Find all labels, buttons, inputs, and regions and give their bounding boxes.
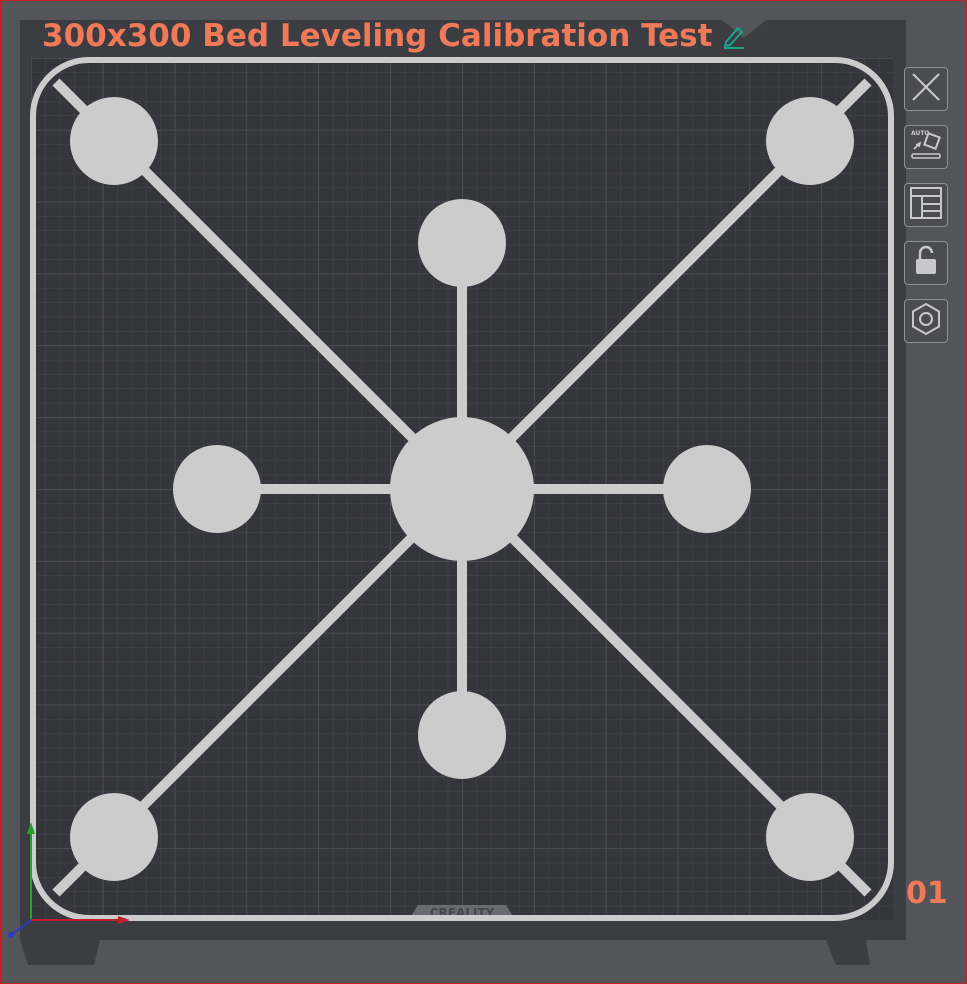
close-icon bbox=[909, 70, 943, 108]
model-pad-top-left bbox=[70, 97, 158, 185]
model-pad-right bbox=[663, 445, 751, 533]
pencil-edit-icon[interactable] bbox=[720, 22, 748, 50]
z-axis-dot bbox=[8, 932, 14, 938]
plate-settings-button[interactable] bbox=[904, 299, 948, 343]
plate-toolbar: AUTO bbox=[904, 67, 950, 343]
model-pad-left bbox=[173, 445, 261, 533]
auto-arrange-icon: AUTO bbox=[908, 127, 944, 167]
close-plate-button[interactable] bbox=[904, 67, 948, 111]
lock-button[interactable] bbox=[904, 241, 948, 285]
plate-title-text: 300x300 Bed Leveling Calibration Test bbox=[42, 18, 713, 54]
build-plate-view[interactable]: CREALITY bbox=[0, 0, 967, 984]
model-pad-top-right bbox=[766, 97, 854, 185]
model-pad-bottom-left bbox=[70, 793, 158, 881]
model-pad-bottom-right bbox=[766, 793, 854, 881]
model-pad-top bbox=[418, 199, 506, 287]
layout-icon bbox=[908, 185, 944, 225]
unlock-icon bbox=[909, 244, 943, 282]
model-pad-bottom bbox=[418, 691, 506, 779]
plate-number: 01 bbox=[906, 876, 948, 911]
model-pad-center bbox=[390, 417, 534, 561]
auto-arrange-button[interactable]: AUTO bbox=[904, 125, 948, 169]
hexagon-settings-icon bbox=[908, 301, 944, 341]
plate-title[interactable]: 300x300 Bed Leveling Calibration Test bbox=[42, 14, 748, 58]
layout-button[interactable] bbox=[904, 183, 948, 227]
